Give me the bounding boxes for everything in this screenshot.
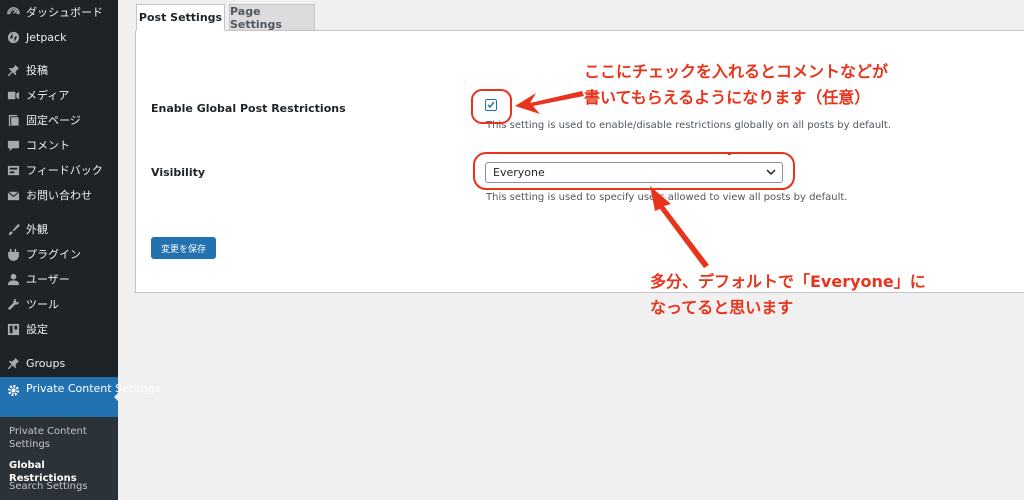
media-icon [6,88,20,102]
dashboard-icon [6,5,20,19]
annotation-circle-checkbox [471,89,512,124]
annotation-note-line: なってると思います [650,298,794,317]
annotation-note-line: 書いてもらえるようになります（任意） [584,88,871,107]
user-icon [6,272,20,286]
annotation-circle-select [473,152,795,190]
brush-icon [6,222,20,236]
settings-icon [6,322,20,336]
sidebar-item-jetpack[interactable]: Jetpack [0,25,118,49]
admin-sidebar: ダッシュボード Jetpack 投稿 メディア 固定ページ コメント フィードバ… [0,0,161,500]
sidebar-item-comments[interactable]: コメント [0,133,118,157]
feedback-icon [6,163,20,177]
sidebar-item-label: ツール [26,298,59,311]
gear-icon [6,383,20,397]
wrench-icon [6,297,20,311]
sidebar-item-label: メディア [26,89,70,102]
sidebar-item-label: 固定ページ [26,114,81,127]
visibility-label: Visibility [151,166,206,179]
sidebar-item-settings[interactable]: 設定 [0,317,118,341]
sidebar-item-label: 設定 [26,323,48,336]
sidebar-item-label: ユーザー [26,273,70,286]
annotation-note-checkbox: ここにチェックを入れるとコメントなどが 書いてもらえるようになります（任意） [584,59,888,111]
jetpack-icon [6,30,20,44]
global-restriction-description: This setting is used to enable/disable r… [486,120,892,131]
sidebar-item-label: ダッシュボード [26,6,103,19]
annotation-note-line: 多分、デフォルトで「Everyone」に [650,272,926,291]
sidebar-item-label: Private Content Settings [26,382,161,395]
sidebar-item-media[interactable]: メディア [0,83,118,107]
sidebar-item-label: 投稿 [26,64,48,77]
sidebar-item-groups[interactable]: Groups [0,351,118,375]
sidebar-item-tools[interactable]: ツール [0,292,118,316]
page-icon [6,113,20,127]
tab-post-settings[interactable]: Post Settings [136,4,225,31]
sidebar-item-label: お問い合わせ [26,189,92,202]
sidebar-item-feedback[interactable]: フィードバック [0,158,118,182]
sidebar-item-plugins[interactable]: プラグイン [0,242,118,266]
submenu-item-search-settings[interactable]: Search Settings [9,480,114,493]
sidebar-submenu: Private Content Settings Global Restrict… [0,417,118,500]
save-button[interactable]: 変更を保存 [151,237,216,259]
sidebar-item-contact[interactable]: お問い合わせ [0,183,118,207]
active-menu-pointer [114,390,121,404]
sidebar-item-label: Groups [26,356,66,370]
sidebar-item-label: 外観 [26,223,48,236]
tab-page-settings[interactable]: Page Settings [229,4,315,31]
sidebar-item-appearance[interactable]: 外観 [0,217,118,241]
mail-icon [6,188,20,202]
global-restriction-label: Enable Global Post Restrictions [151,102,346,115]
sidebar-item-users[interactable]: ユーザー [0,267,118,291]
sidebar-item-label: フィードバック [26,164,103,177]
sidebar-item-dashboard[interactable]: ダッシュボード [0,0,118,24]
plugin-icon [6,247,20,261]
comment-icon [6,138,20,152]
sidebar-item-pages[interactable]: 固定ページ [0,108,118,132]
pin-icon [6,63,20,77]
annotation-note-line: ここにチェックを入れるとコメントなどが [584,62,889,81]
pin-icon [6,356,20,370]
sidebar-item-label: Jetpack [26,30,67,44]
visibility-description: This setting is used to specify users al… [486,192,848,203]
sidebar-item-label: コメント [26,139,70,152]
sidebar-item-label: プラグイン [26,248,81,261]
sidebar-item-posts[interactable]: 投稿 [0,58,118,82]
annotation-note-visibility: 多分、デフォルトで「Everyone」に なってると思います [650,269,926,321]
sidebar-item-private-content-settings[interactable]: Private Content Settings [0,377,161,417]
submenu-item-private-content-settings[interactable]: Private Content Settings [9,425,114,451]
